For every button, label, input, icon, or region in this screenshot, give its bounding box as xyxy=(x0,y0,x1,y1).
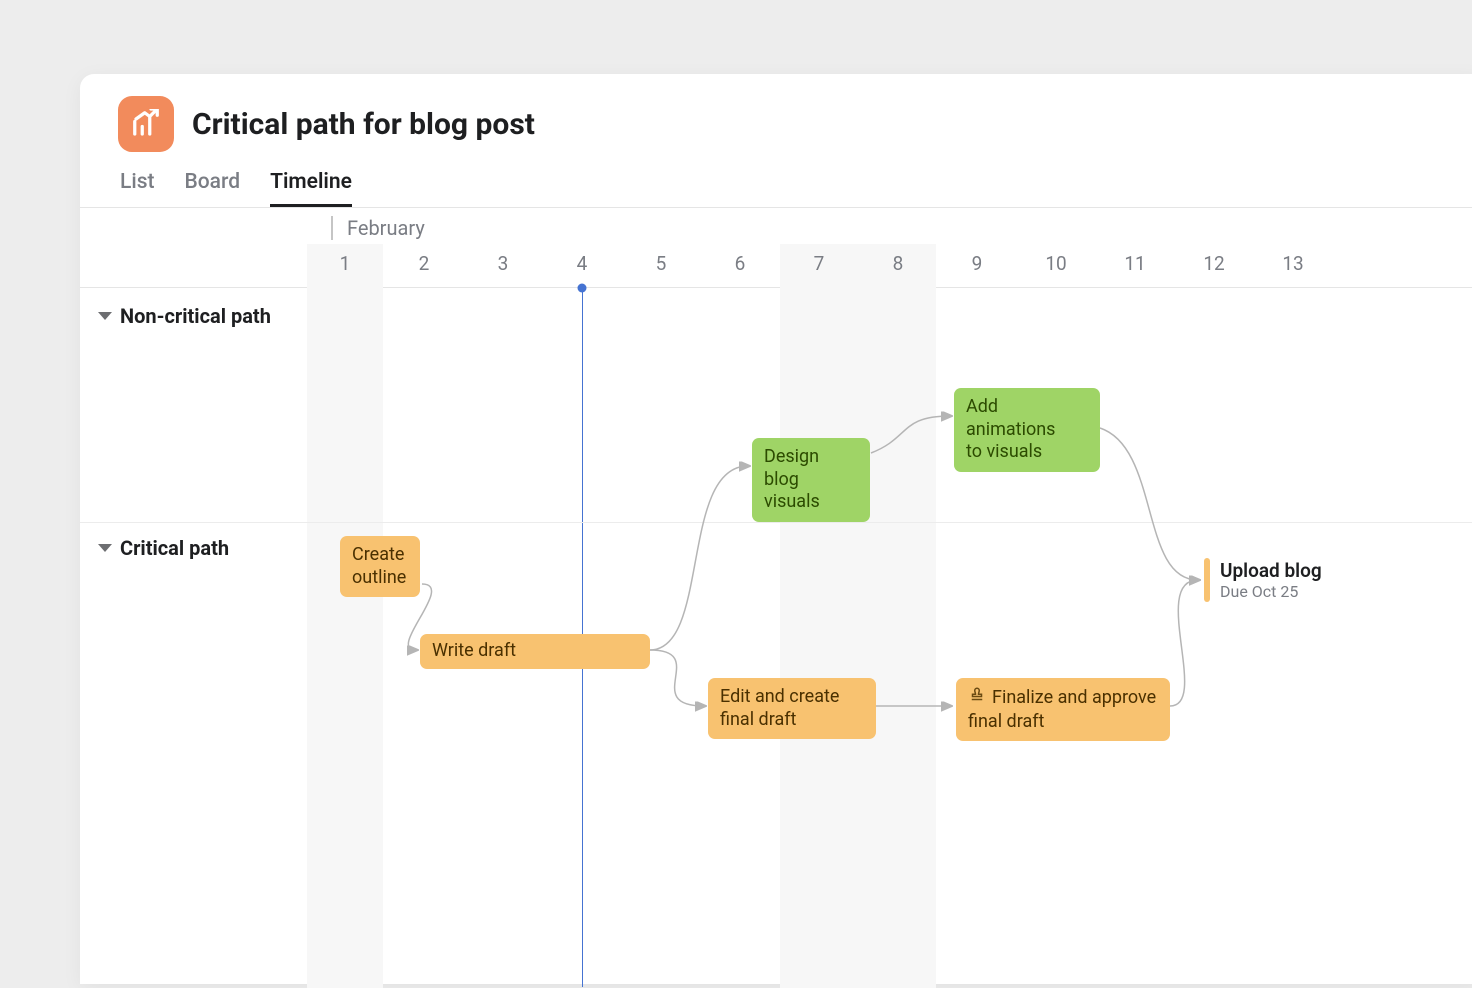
day-11: 11 xyxy=(1124,252,1145,275)
task-edit-final[interactable]: Edit and createfinal draft xyxy=(708,678,876,739)
day-12: 12 xyxy=(1203,252,1224,275)
milestone-upload-blog[interactable]: Upload blog Due Oct 25 xyxy=(1204,558,1322,602)
task-label: Createoutline xyxy=(352,544,406,588)
title-row: Critical path for blog post xyxy=(118,96,1442,152)
task-add-animations[interactable]: Add animationsto visuals xyxy=(954,388,1100,472)
header: Critical path for blog post List Board T… xyxy=(80,74,1472,207)
tabs: List Board Timeline xyxy=(118,170,1442,207)
task-finalize[interactable]: Finalize and approvefinal draft xyxy=(956,678,1170,741)
task-write-draft[interactable]: Write draft xyxy=(420,634,650,669)
day-10: 10 xyxy=(1045,252,1066,275)
task-create-outline[interactable]: Createoutline xyxy=(340,536,420,597)
month-label: February xyxy=(331,216,425,240)
timeline-header: February 1 2 3 4 5 6 7 8 9 10 11 12 13 xyxy=(80,208,1472,288)
milestone-bar xyxy=(1204,558,1210,602)
section-non-critical-label: Non-critical path xyxy=(120,304,271,328)
day-8: 8 xyxy=(893,252,904,275)
project-icon xyxy=(118,96,174,152)
milestone-subtitle: Due Oct 25 xyxy=(1220,582,1322,601)
caret-down-icon xyxy=(98,544,112,552)
tab-board[interactable]: Board xyxy=(185,170,241,207)
weekend-shade xyxy=(780,288,936,988)
tab-list[interactable]: List xyxy=(120,170,155,207)
day-6: 6 xyxy=(735,252,746,275)
timeline-body: Non-critical path Critical path xyxy=(80,288,1472,988)
day-5: 5 xyxy=(656,252,667,275)
day-1: 1 xyxy=(340,252,351,275)
day-13: 13 xyxy=(1282,252,1303,275)
task-design-visuals[interactable]: Designblog visuals xyxy=(752,438,870,522)
app-window: Critical path for blog post List Board T… xyxy=(80,74,1472,984)
section-critical[interactable]: Critical path xyxy=(98,536,229,560)
task-label: Write draft xyxy=(432,640,516,661)
day-3: 3 xyxy=(498,252,509,275)
day-9: 9 xyxy=(972,252,983,275)
task-label: Finalize and approvefinal draft xyxy=(968,687,1156,732)
section-non-critical[interactable]: Non-critical path xyxy=(98,304,271,328)
connectors xyxy=(80,288,1380,988)
milestone-text: Upload blog Due Oct 25 xyxy=(1220,559,1322,601)
stamp-icon xyxy=(968,686,986,711)
tab-timeline[interactable]: Timeline xyxy=(270,170,352,207)
project-title: Critical path for blog post xyxy=(192,107,535,142)
task-label: Designblog visuals xyxy=(764,446,820,512)
day-7: 7 xyxy=(814,252,825,275)
section-critical-label: Critical path xyxy=(120,536,229,560)
section-divider xyxy=(80,522,1472,523)
task-label: Edit and createfinal draft xyxy=(720,686,839,730)
caret-down-icon xyxy=(98,312,112,320)
day-4: 4 xyxy=(577,252,588,275)
milestone-title: Upload blog xyxy=(1220,559,1322,582)
day-2: 2 xyxy=(419,252,430,275)
day-row: 1 2 3 4 5 6 7 8 9 10 11 12 13 xyxy=(80,252,1472,288)
task-label: Add animationsto visuals xyxy=(966,396,1055,462)
trend-up-icon xyxy=(131,109,161,139)
weekend-shade xyxy=(307,288,383,988)
